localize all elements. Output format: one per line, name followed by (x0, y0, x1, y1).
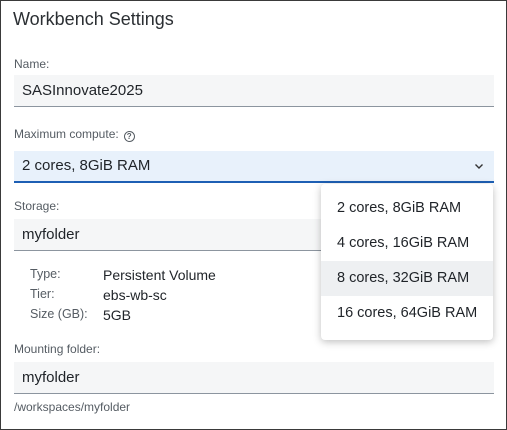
compute-label-text: Maximum compute: (14, 127, 119, 141)
detail-key: Type: (30, 267, 61, 281)
chevron-down-icon (475, 164, 483, 169)
storage-label: Storage: (14, 199, 60, 213)
name-label: Name: (14, 57, 50, 71)
detail-value: 5GB (103, 307, 132, 323)
compute-selected-value: 2 cores, 8GiB RAM (22, 157, 151, 174)
detail-value: ebs-wb-sc (103, 287, 167, 303)
detail-key: Tier: (30, 287, 55, 301)
compute-select[interactable]: 2 cores, 8GiB RAM (14, 151, 494, 183)
mounting-path-hint: /workspaces/myfolder (14, 400, 131, 414)
mounting-input[interactable]: myfolder (14, 362, 494, 394)
name-input[interactable]: SASInnovate2025 (14, 75, 494, 107)
storage-input[interactable]: myfolder (14, 219, 324, 251)
compute-label: Maximum compute:? (14, 127, 135, 142)
help-icon[interactable]: ? (123, 131, 135, 142)
compute-option[interactable]: 4 cores, 16GiB RAM (321, 226, 493, 261)
settings-panel: Workbench Settings Name: SASInnovate2025… (0, 0, 507, 430)
detail-key: Size (GB): (30, 307, 88, 321)
detail-value: Persistent Volume (103, 267, 216, 283)
compute-option[interactable]: 2 cores, 8GiB RAM (321, 191, 493, 226)
compute-dropdown-menu: 2 cores, 8GiB RAM 4 cores, 16GiB RAM 8 c… (321, 184, 493, 340)
compute-option[interactable]: 16 cores, 64GiB RAM (321, 296, 493, 331)
compute-option[interactable]: 8 cores, 32GiB RAM (321, 261, 493, 296)
page-title: Workbench Settings (13, 9, 174, 29)
mounting-label: Mounting folder: (14, 342, 101, 356)
